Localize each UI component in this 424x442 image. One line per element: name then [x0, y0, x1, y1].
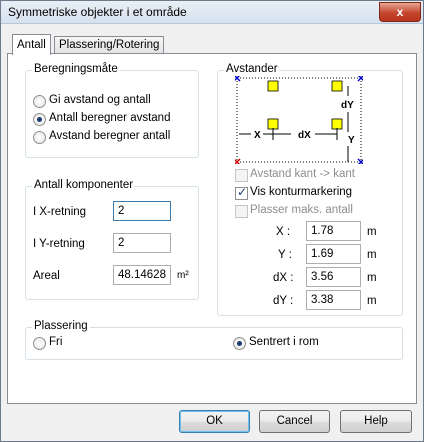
plassering-legend: Plassering: [32, 320, 90, 332]
cancel-button[interactable]: Cancel: [259, 410, 330, 433]
field-dx-unit: m: [367, 272, 377, 284]
y-retning-label: I Y-retning: [33, 238, 85, 250]
object-square-3: [267, 118, 279, 130]
areal-input[interactable]: [113, 265, 171, 285]
antall-legend: Antall komponenter: [32, 179, 136, 191]
field-dx-label: dX :: [273, 272, 294, 284]
diagram-label-y: Y: [348, 135, 355, 146]
corner-x-topright: [357, 76, 363, 82]
chk-vis-kontur[interactable]: [235, 185, 248, 200]
field-x-input[interactable]: [306, 221, 361, 241]
field-dy-input[interactable]: [306, 290, 361, 310]
radio-sentrert[interactable]: [233, 337, 246, 350]
radio-avstand-beregner[interactable]: [33, 131, 46, 144]
tab-plassering-rotering[interactable]: Plassering/Rotering: [54, 36, 165, 53]
x-retning-input[interactable]: [113, 201, 171, 221]
chk-avstand-kant-label: Avstand kant -> kant: [250, 168, 355, 180]
diagram-label-x: X: [254, 130, 261, 141]
field-y-unit: m: [367, 249, 377, 261]
window-title: Symmetriske objekter i et område: [8, 5, 187, 19]
close-button[interactable]: x: [379, 2, 421, 22]
avstander-legend: Avstander: [224, 63, 280, 75]
chk-vis-kontur-label: Vis konturmarkering: [250, 186, 353, 198]
radio-antall-beregner-label: Antall beregner avstand: [49, 112, 171, 124]
diagram-label-dy: dY: [341, 100, 354, 111]
field-y-label: Y :: [278, 249, 292, 261]
field-x-unit: m: [367, 226, 377, 238]
areal-unit: m²: [177, 270, 189, 281]
x-retning-label: I X-retning: [33, 206, 87, 218]
object-square-2: [331, 80, 343, 92]
y-retning-input[interactable]: [113, 233, 171, 253]
spacing-diagram: dY X dX Y: [235, 76, 363, 164]
title-bar: Symmetriske objekter i et område x: [1, 1, 423, 24]
object-square-1: [267, 80, 279, 92]
field-dx-input[interactable]: [306, 267, 361, 287]
corner-x-topleft: [235, 76, 241, 82]
tab-antall-label: Antall: [17, 39, 46, 51]
tab-plassering-label: Plassering/Rotering: [59, 39, 160, 51]
radio-avstand-beregner-label: Avstand beregner antall: [49, 130, 171, 142]
radio-fri[interactable]: [33, 337, 46, 350]
beregning-legend: Beregningsmåte: [32, 63, 120, 75]
radio-fri-label: Fri: [49, 336, 63, 348]
field-dy-unit: m: [367, 295, 377, 307]
object-square-4: [331, 118, 343, 130]
chk-plasser-maks[interactable]: [235, 205, 248, 218]
radio-gi-avstand-label: Gi avstand og antall: [49, 94, 151, 106]
help-button[interactable]: Help: [340, 410, 412, 433]
field-y-input[interactable]: [306, 244, 361, 264]
field-dy-label: dY :: [273, 295, 294, 307]
chk-avstand-kant[interactable]: [235, 169, 248, 182]
radio-antall-beregner[interactable]: [33, 113, 46, 126]
radio-gi-avstand[interactable]: [33, 95, 46, 108]
radio-sentrert-label: Sentrert i rom: [249, 336, 319, 348]
chk-plasser-maks-label: Plasser maks. antall: [250, 204, 353, 216]
diagram-label-dx: dX: [298, 130, 311, 141]
ok-button[interactable]: OK: [179, 410, 250, 433]
tab-antall[interactable]: Antall: [12, 34, 51, 55]
close-icon: x: [396, 5, 404, 19]
field-x-label: X :: [276, 226, 291, 238]
areal-label: Areal: [33, 270, 60, 282]
